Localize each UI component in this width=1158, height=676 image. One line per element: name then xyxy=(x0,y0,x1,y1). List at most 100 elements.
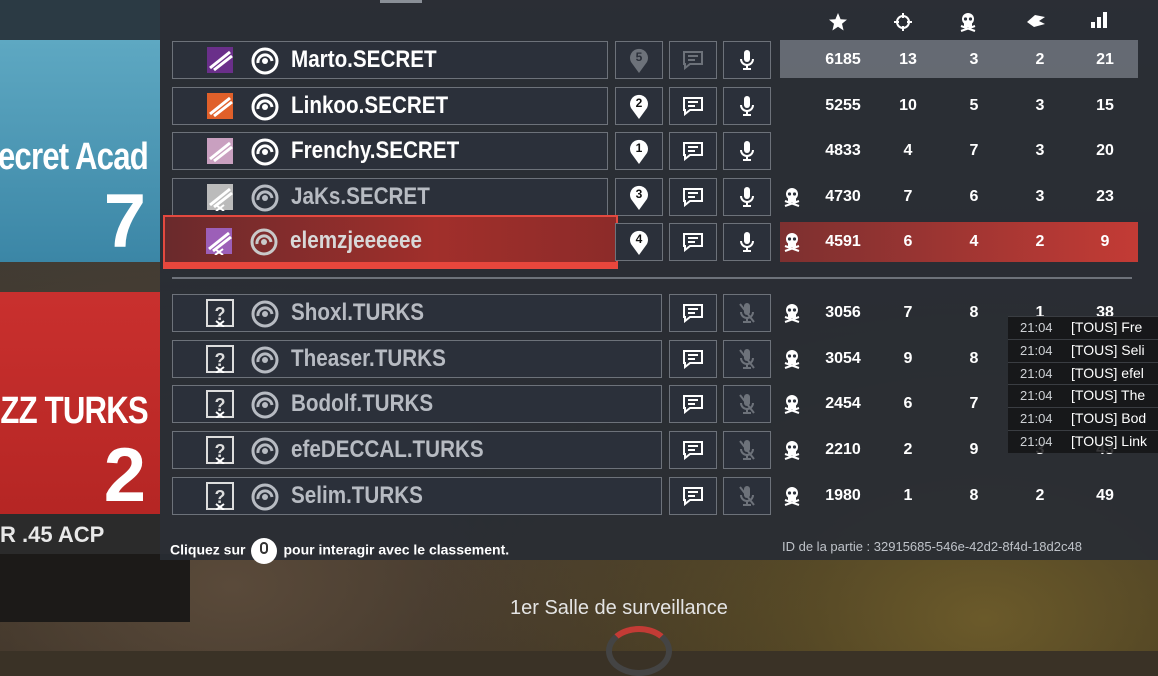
player-row[interactable]: ? Selim.TURKS xyxy=(172,477,662,515)
chat-time: 21:04 xyxy=(1020,411,1053,427)
player-row[interactable]: ? Bodolf.TURKS xyxy=(172,385,662,423)
kills-value: 9 xyxy=(903,350,913,367)
mic-button[interactable] xyxy=(723,294,771,332)
player-row[interactable]: Marto.SECRET xyxy=(172,41,608,79)
assists-value: 3 xyxy=(1035,142,1045,159)
chat-button[interactable] xyxy=(669,294,717,332)
player-row[interactable]: elemzjeeeeee xyxy=(172,223,608,261)
chat-icon xyxy=(682,486,704,506)
player-row[interactable]: Frenchy.SECRET xyxy=(172,132,608,170)
chat-button[interactable] xyxy=(669,385,717,423)
uplay-icon xyxy=(251,93,279,121)
uplay-icon xyxy=(251,300,279,328)
deaths-value: 8 xyxy=(969,350,979,367)
score-value: 5255 xyxy=(825,97,861,114)
deaths-value: 7 xyxy=(969,395,979,412)
hud-strip xyxy=(0,554,190,622)
kills-value: 7 xyxy=(903,304,913,321)
mic-button[interactable] xyxy=(723,340,771,378)
chat-button[interactable] xyxy=(669,223,717,261)
assists-value: 2 xyxy=(1035,487,1045,504)
chat-button[interactable] xyxy=(669,41,717,79)
tab-indicator xyxy=(380,0,422,3)
mic-button[interactable] xyxy=(723,431,771,469)
score-value: 4833 xyxy=(825,142,861,159)
operator-icon xyxy=(206,137,234,165)
svg-text:5: 5 xyxy=(636,50,643,64)
assists-value: 3 xyxy=(1035,97,1045,114)
uplay-icon xyxy=(251,47,279,75)
chat-icon xyxy=(682,232,704,252)
mic-button[interactable] xyxy=(723,87,771,125)
uplay-icon xyxy=(250,228,278,256)
crosshair-icon xyxy=(893,12,923,32)
weapon-name: R .45 ACP xyxy=(0,522,105,547)
chat-button[interactable] xyxy=(669,477,717,515)
player-row[interactable]: Linkoo.SECRET xyxy=(172,87,608,125)
deaths-value: 9 xyxy=(969,441,979,458)
deaths-value: 4 xyxy=(969,233,979,250)
dead-skull-icon xyxy=(783,440,801,460)
scoreboard-hint: Cliquez sur pour interagir avec le classe… xyxy=(170,538,509,564)
uplay-icon xyxy=(251,184,279,212)
chat-message: 21:04 [TOUS] Link xyxy=(1008,429,1158,453)
team2-score: 2 xyxy=(103,433,146,518)
mic-icon xyxy=(738,49,756,71)
ping-value: 20 xyxy=(1096,142,1114,159)
chat-time: 21:04 xyxy=(1020,342,1053,358)
player-name: JaKs.SECRET xyxy=(291,183,430,210)
operator-icon: ? xyxy=(206,390,234,418)
player-row[interactable]: ? Shoxl.TURKS xyxy=(172,294,662,332)
chat-button[interactable] xyxy=(669,132,717,170)
mic-button[interactable] xyxy=(723,477,771,515)
player-row[interactable]: ? efeDECCAL.TURKS xyxy=(172,431,662,469)
chat-icon xyxy=(682,394,704,414)
score-value: 4591 xyxy=(825,233,861,250)
svg-text:2: 2 xyxy=(636,96,643,110)
deaths-value: 5 xyxy=(969,97,979,114)
scoreboard-panel[interactable] xyxy=(160,0,1158,560)
mic-button[interactable] xyxy=(723,223,771,261)
chat-text: [TOUS] The xyxy=(1071,387,1146,404)
score-value: 2454 xyxy=(825,395,861,412)
chat-log: 21:04 [TOUS] Fre 21:04 [TOUS] Seli 21:04 [TOU… xyxy=(1008,316,1158,453)
player-row[interactable]: JaKs.SECRET xyxy=(172,178,608,216)
kills-value: 6 xyxy=(903,233,913,250)
chat-button[interactable] xyxy=(669,340,717,378)
dead-skull-icon xyxy=(783,394,801,414)
assists-value: 3 xyxy=(1035,188,1045,205)
assists-value: 2 xyxy=(1035,51,1045,68)
deaths-value: 8 xyxy=(969,487,979,504)
svg-text:3: 3 xyxy=(636,187,643,201)
chat-icon xyxy=(682,141,704,161)
score-value: 1980 xyxy=(825,487,861,504)
rank-badge: 1 xyxy=(615,132,663,170)
chat-button[interactable] xyxy=(669,87,717,125)
ping-value: 9 xyxy=(1100,233,1110,250)
operator-icon: ? xyxy=(206,482,234,510)
mic-button[interactable] xyxy=(723,178,771,216)
chat-button[interactable] xyxy=(669,431,717,469)
chat-text: [TOUS] Bod xyxy=(1071,410,1147,427)
mic-button[interactable] xyxy=(723,41,771,79)
mic-button[interactable] xyxy=(723,385,771,423)
rank-badge: 3 xyxy=(615,178,663,216)
chat-icon xyxy=(682,349,704,369)
deaths-value: 7 xyxy=(969,142,979,159)
rank-badge-icon: 5 xyxy=(627,46,651,74)
hint-suffix: pour interagir avec le classement. xyxy=(283,541,510,558)
chat-message: 21:04 [TOUS] efel xyxy=(1008,361,1158,385)
chat-icon xyxy=(682,96,704,116)
rank-badge: 5 xyxy=(615,41,663,79)
chat-button[interactable] xyxy=(669,178,717,216)
player-name: efeDECCAL.TURKS xyxy=(291,436,484,463)
team1-name: ecret Acad xyxy=(0,136,149,178)
chat-icon xyxy=(682,303,704,323)
deaths-value: 3 xyxy=(969,51,979,68)
chat-message: 21:04 [TOUS] Seli xyxy=(1008,338,1158,362)
chat-time: 21:04 xyxy=(1020,388,1053,404)
chat-text: [TOUS] efel xyxy=(1071,364,1144,381)
mic-icon xyxy=(738,95,756,117)
player-row[interactable]: ? Theaser.TURKS xyxy=(172,340,662,378)
mic-button[interactable] xyxy=(723,132,771,170)
